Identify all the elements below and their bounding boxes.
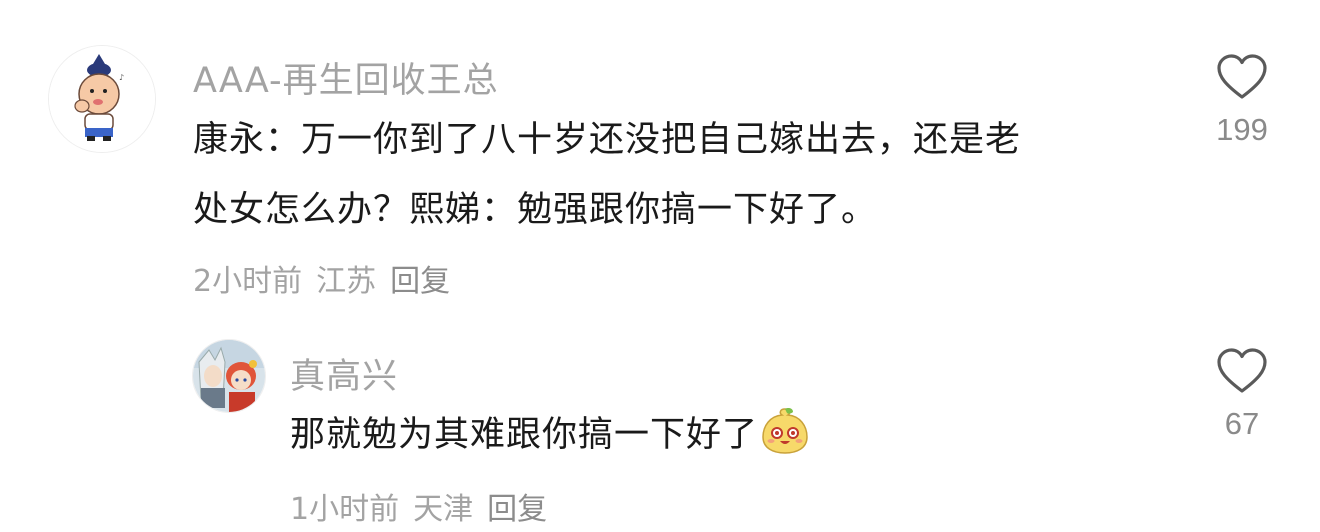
user-avatar[interactable]: ♪ [48,45,156,153]
username[interactable]: 真高兴 [290,348,398,399]
smiling-bun-emoji-icon [762,408,808,454]
comment-text-line: 那就勉为其难跟你搞一下好了 [290,415,759,455]
comment-meta: 1小时前 天津 回复 [290,484,561,528]
comment-text: 康永：万一你到了八十岁还没把自己嫁出去，还是老 处女怎么办？熙娣：勉强跟你搞一下… [193,105,1021,245]
user-avatar[interactable] [192,339,266,413]
comment-text-line: 处女怎么办？熙娣：勉强跟你搞一下好了。 [193,190,878,230]
username[interactable]: AAA-再生回收王总 [193,52,499,103]
svg-text:♪: ♪ [119,73,124,82]
heart-icon [1217,348,1267,393]
comment-text-line: 康永：万一你到了八十岁还没把自己嫁出去，还是老 [193,120,1022,160]
like-button[interactable]: 199 [1202,54,1282,148]
reply-button[interactable]: 回复 [487,492,547,527]
like-button[interactable]: 67 [1202,348,1282,442]
cartoon-boy-avatar-icon: ♪ [49,46,155,152]
comment-location: 江苏 [316,264,377,299]
like-count: 67 [1224,406,1260,441]
comment-text: 那就勉为其难跟你搞一下好了 [290,400,810,470]
heart-icon [1217,54,1267,99]
like-count: 199 [1216,112,1268,147]
comment-meta: 2小时前 江苏 回复 [193,256,464,300]
anime-characters-avatar-icon [193,340,265,412]
comment-time: 2小时前 [193,264,303,299]
comment-time: 1小时前 [290,492,400,527]
comment-location: 天津 [413,492,474,527]
reply-button[interactable]: 回复 [390,264,450,299]
